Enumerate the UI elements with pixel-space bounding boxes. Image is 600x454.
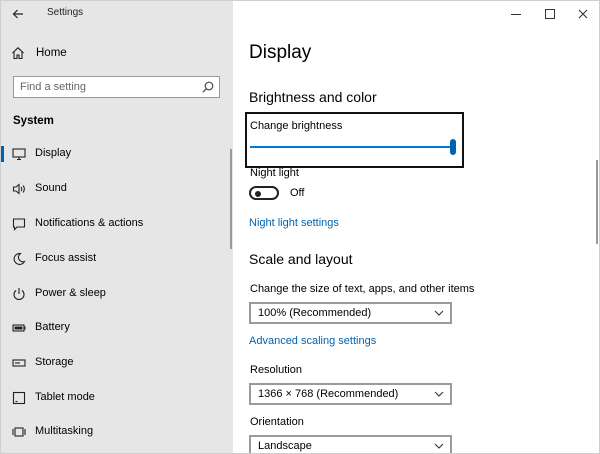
orientation-dropdown-value: Landscape	[258, 440, 312, 452]
multitasking-icon	[12, 427, 26, 437]
sidebar-item-notifications[interactable]: Notifications & actions	[1, 209, 231, 239]
sidebar-item-label: Notifications & actions	[35, 217, 144, 229]
orientation-dropdown[interactable]: Landscape	[249, 435, 452, 453]
scale-dropdown-value: 100% (Recommended)	[258, 307, 372, 319]
sidebar-item-storage[interactable]: Storage	[1, 348, 231, 378]
search-icon[interactable]	[201, 80, 215, 94]
moon-icon	[13, 252, 26, 265]
brightness-label: Change brightness	[250, 120, 343, 132]
home-label: Home	[36, 47, 67, 59]
chevron-down-icon	[434, 310, 444, 316]
slider-track	[250, 146, 453, 148]
chevron-down-icon	[434, 391, 444, 397]
sidebar-item-label: Multitasking	[35, 425, 94, 437]
search-box[interactable]	[13, 76, 220, 98]
orientation-label: Orientation	[250, 416, 304, 428]
home-icon	[12, 47, 24, 60]
power-icon	[13, 288, 25, 301]
sidebar-item-label: Tablet mode	[35, 391, 95, 403]
sidebar-item-display[interactable]: Display	[1, 139, 231, 169]
sidebar-item-label: Sound	[35, 182, 67, 194]
sidebar: Home System Display Sound	[1, 27, 233, 453]
scale-layout-heading: Scale and layout	[249, 251, 353, 267]
resolution-label: Resolution	[250, 364, 302, 376]
notifications-icon	[12, 218, 26, 231]
night-light-toggle[interactable]	[249, 186, 279, 200]
display-icon	[12, 148, 26, 161]
tablet-icon	[12, 391, 26, 405]
content-pane: Display Brightness and color Change brig…	[233, 27, 599, 453]
resolution-dropdown-value: 1366 × 768 (Recommended)	[258, 388, 399, 400]
sidebar-item-label: Battery	[35, 321, 70, 333]
advanced-scaling-link[interactable]: Advanced scaling settings	[249, 335, 376, 347]
maximize-button[interactable]	[533, 1, 567, 27]
back-arrow-icon	[12, 9, 23, 19]
night-light-label: Night light	[250, 167, 299, 179]
scale-dropdown[interactable]: 100% (Recommended)	[249, 302, 452, 324]
sidebar-item-focus-assist[interactable]: Focus assist	[1, 244, 231, 274]
night-light-settings-link[interactable]: Night light settings	[249, 217, 339, 229]
app-title: Settings	[47, 7, 84, 18]
sidebar-item-battery[interactable]: Battery	[1, 313, 231, 343]
resolution-dropdown[interactable]: 1366 × 768 (Recommended)	[249, 383, 452, 405]
slider-thumb[interactable]	[450, 139, 456, 155]
page-title: Display	[249, 42, 312, 63]
settings-window: Settings Home System	[0, 0, 600, 454]
battery-icon	[12, 324, 26, 332]
storage-icon	[12, 359, 26, 367]
chevron-down-icon	[434, 443, 444, 449]
sidebar-item-label: Power & sleep	[35, 287, 106, 299]
sidebar-item-multitasking[interactable]: Multitasking	[1, 417, 231, 447]
sidebar-item-label: Storage	[35, 356, 74, 368]
minimize-button[interactable]	[499, 1, 533, 27]
selection-indicator	[1, 146, 4, 162]
close-icon	[578, 9, 588, 19]
home-nav-item[interactable]: Home	[11, 44, 67, 62]
sidebar-item-label: Focus assist	[35, 252, 97, 264]
close-button[interactable]	[566, 1, 599, 27]
toggle-knob	[255, 191, 261, 197]
sound-icon	[12, 183, 25, 195]
back-button[interactable]	[7, 4, 29, 24]
minimize-icon	[511, 13, 521, 15]
size-label: Change the size of text, apps, and other…	[250, 283, 475, 295]
sidebar-item-tablet-mode[interactable]: Tablet mode	[1, 383, 231, 413]
brightness-heading: Brightness and color	[249, 89, 377, 105]
sidebar-item-power-sleep[interactable]: Power & sleep	[1, 279, 231, 309]
content-scrollbar[interactable]	[596, 160, 598, 244]
title-bar: Settings	[1, 1, 599, 27]
brightness-slider[interactable]	[250, 139, 456, 155]
sidebar-item-sound[interactable]: Sound	[1, 174, 231, 204]
search-input[interactable]	[20, 79, 200, 95]
sidebar-item-label: Display	[35, 147, 72, 159]
sidebar-scrollbar[interactable]	[230, 149, 232, 249]
night-light-state: Off	[290, 187, 305, 199]
sidebar-section-system: System	[13, 115, 54, 127]
maximize-icon	[545, 9, 555, 19]
